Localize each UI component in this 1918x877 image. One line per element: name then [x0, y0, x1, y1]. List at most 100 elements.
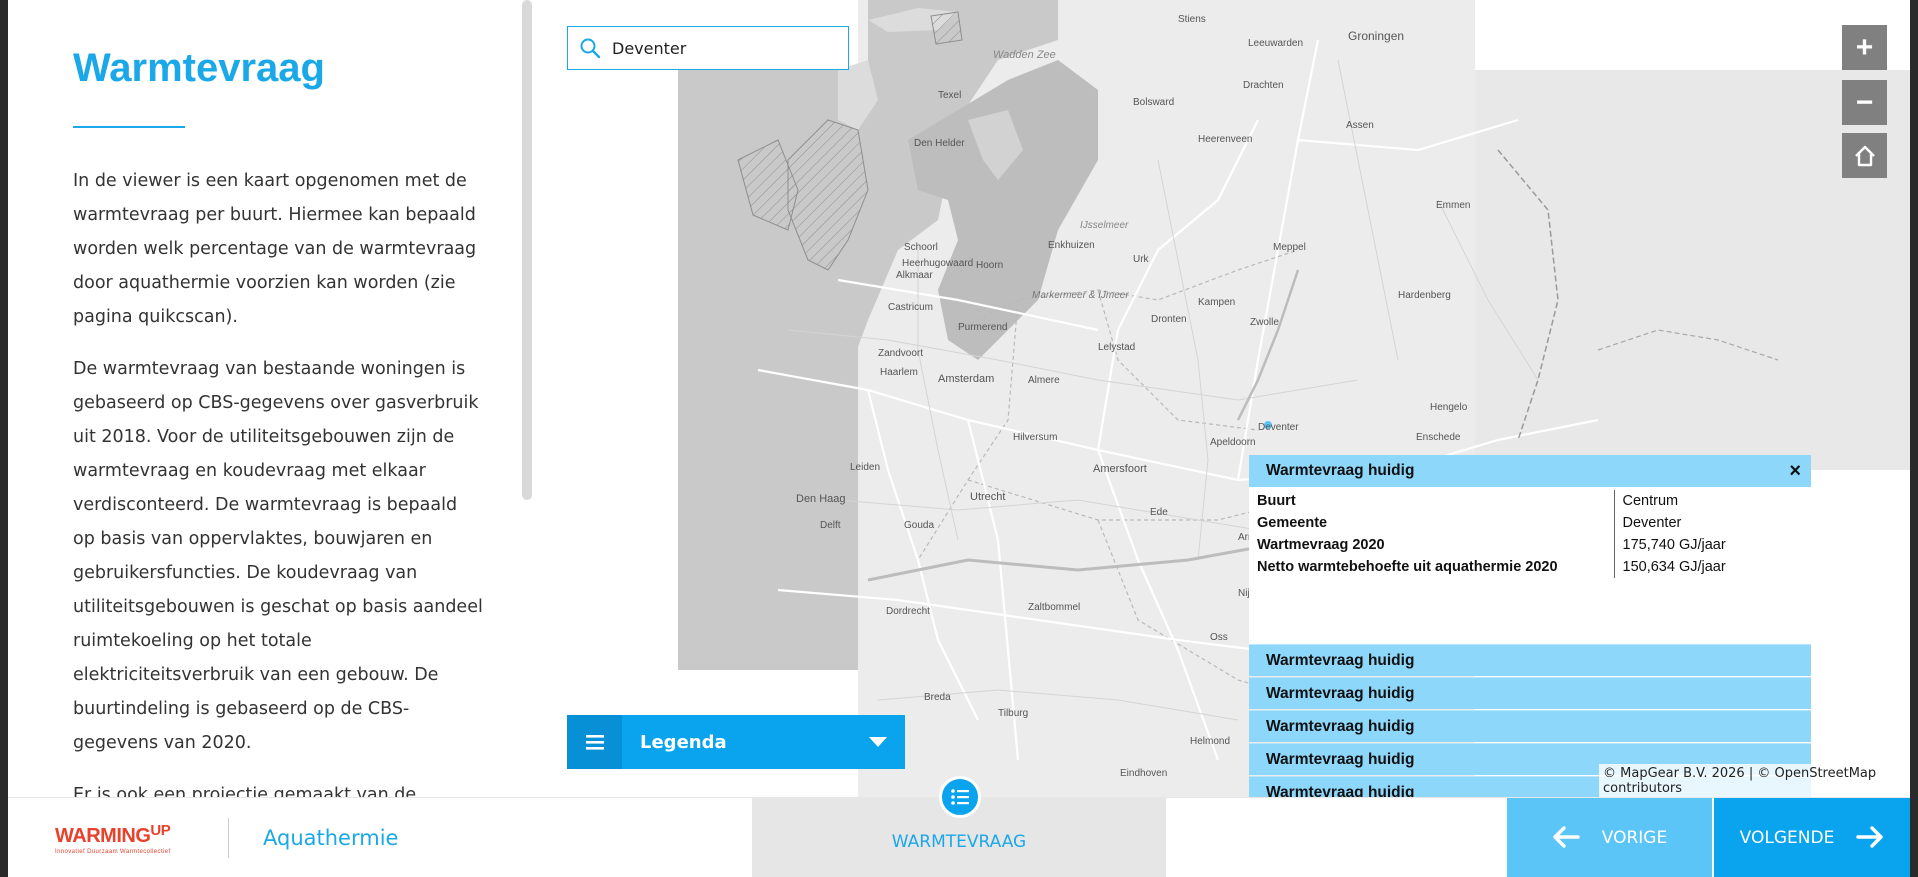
- map-label: Breda: [924, 692, 951, 703]
- map-label: Schoorl: [904, 242, 938, 253]
- legend-toggle[interactable]: Legenda: [567, 715, 905, 769]
- map-label: Utrecht: [970, 491, 1005, 503]
- popup-stack-item[interactable]: Warmtevraag huidig: [1249, 710, 1811, 742]
- map-label: IJsselmeer: [1080, 220, 1129, 231]
- map-label: Stiens: [1178, 14, 1206, 25]
- list-icon: [939, 776, 981, 818]
- arrow-left-icon: [1552, 822, 1580, 854]
- map-label: Dordrecht: [886, 606, 930, 617]
- map-label: Dronten: [1151, 314, 1187, 325]
- page-title: Warmtevraag: [73, 46, 325, 90]
- title-underline: [73, 126, 185, 128]
- attribute-value: 175,740 GJ/jaar: [1622, 537, 1726, 553]
- map-label: Enkhuizen: [1048, 240, 1095, 251]
- map-label: Texel: [938, 90, 961, 101]
- map-label: Assen: [1346, 120, 1374, 131]
- legend-label: Legenda: [640, 731, 727, 753]
- map-label: Heerenveen: [1198, 134, 1252, 145]
- map-label: Oss: [1210, 632, 1228, 643]
- map-label: Helmond: [1190, 736, 1230, 747]
- map-label: Zwolle: [1250, 317, 1279, 328]
- zoom-out-button[interactable]: −: [1842, 80, 1887, 125]
- logo-text: WARMING: [55, 825, 151, 847]
- map-label: Lelystad: [1098, 342, 1135, 353]
- map-label: Alkmaar: [896, 270, 933, 281]
- info-paragraph: De warmtevraag van bestaande woningen is…: [73, 359, 483, 753]
- map-label: Deventer: [1258, 422, 1299, 433]
- map-label: Hengelo: [1430, 402, 1468, 413]
- map-label: Den Helder: [914, 138, 965, 149]
- attribute-value: Centrum: [1622, 493, 1679, 509]
- tab-label: WARMTEVRAAG: [891, 832, 1027, 852]
- map-label: Bolsward: [1133, 97, 1174, 108]
- popup-header: Warmtevraag huidig ×: [1249, 455, 1811, 487]
- previous-button[interactable]: VORIGE: [1507, 798, 1712, 877]
- attribute-key: Netto warmtebehoefte uit aquathermie 202…: [1249, 556, 1615, 578]
- next-button[interactable]: VOLGENDE: [1714, 798, 1910, 877]
- zoom-in-button[interactable]: +: [1842, 25, 1887, 70]
- map-label: Delft: [820, 520, 841, 531]
- arrow-right-icon: [1856, 822, 1884, 854]
- home-icon: [1854, 145, 1875, 166]
- close-icon[interactable]: ×: [1789, 461, 1801, 481]
- map-label: Hilversum: [1013, 432, 1057, 443]
- warmingup-logo: WARMINGUP Innovatief Duurzaam Warmtecoll…: [55, 822, 171, 855]
- footer-divider: [228, 818, 229, 858]
- footer-bar: WARMINGUP Innovatief Duurzaam Warmtecoll…: [8, 776, 1910, 877]
- attribute-key: Buurt: [1249, 490, 1615, 512]
- map-label: Apeldoorn: [1210, 437, 1256, 448]
- home-button[interactable]: [1842, 133, 1887, 178]
- map-label: Leiden: [850, 462, 880, 473]
- attribute-value: 150,634 GJ/jaar: [1622, 559, 1726, 575]
- attribute-key: Gemeente: [1249, 512, 1615, 534]
- popup-title: Warmtevraag huidig: [1266, 462, 1415, 479]
- info-panel: Warmtevraag In de viewer is een kaart op…: [8, 0, 538, 797]
- attribute-value: Deventer: [1622, 515, 1682, 531]
- popup-table: Buurt Centrum Gemeente Deventer Wartmevraa…: [1249, 490, 1811, 578]
- map-label: Groningen: [1348, 29, 1404, 43]
- map-label: Castricum: [888, 302, 933, 313]
- map-label: Almere: [1028, 375, 1060, 386]
- search-field[interactable]: [567, 26, 849, 70]
- map-label: Amersfoort: [1093, 463, 1147, 475]
- map-label: Drachten: [1243, 80, 1284, 91]
- logo-tagline: Innovatief Duurzaam Warmtecollectief: [55, 849, 171, 855]
- tab-warmtevraag[interactable]: WARMTEVRAAG: [752, 776, 1166, 877]
- table-row: Buurt Centrum: [1249, 490, 1811, 512]
- previous-label: VORIGE: [1601, 828, 1668, 848]
- map-label: Zaltbommel: [1028, 602, 1080, 613]
- map-label: Den Haag: [796, 493, 846, 505]
- info-paragraph: Er is ook een projectie gemaakt van de: [73, 785, 417, 797]
- menu-icon: [567, 715, 622, 769]
- feature-info-popup: Warmtevraag huidig × Buurt Centrum Gemeen…: [1249, 455, 1811, 648]
- map-label: Urk: [1133, 254, 1150, 265]
- map-label: Leeuwarden: [1248, 38, 1303, 49]
- search-icon[interactable]: [568, 26, 612, 70]
- info-paragraph: In de viewer is een kaart opgenomen met …: [73, 171, 477, 327]
- map-label: Gouda: [904, 520, 934, 531]
- map-label: Kampen: [1198, 297, 1235, 308]
- map-label: Purmerend: [958, 322, 1007, 333]
- map-label: Eindhoven: [1120, 768, 1167, 779]
- info-text: In de viewer is een kaart opgenomen met …: [73, 164, 483, 797]
- table-row: Netto warmtebehoefte uit aquathermie 202…: [1249, 556, 1811, 578]
- map-label: Meppel: [1273, 242, 1306, 253]
- search-input[interactable]: [612, 38, 832, 58]
- chevron-down-icon: [869, 737, 887, 747]
- app-frame: Warmtevraag In de viewer is een kaart op…: [8, 0, 1910, 877]
- popup-stack-item[interactable]: Warmtevraag huidig: [1249, 677, 1811, 709]
- map-label: Hoorn: [976, 260, 1003, 271]
- popup-stack-item[interactable]: Warmtevraag huidig: [1249, 644, 1811, 676]
- map-label: Hardenberg: [1398, 290, 1451, 301]
- map-label: Markermeer & IJmeer: [1032, 290, 1129, 301]
- info-panel-scrollbar[interactable]: [522, 0, 532, 500]
- map-label: Ede: [1150, 507, 1168, 518]
- map-label: Amsterdam: [938, 373, 994, 385]
- map-label: Emmen: [1436, 200, 1470, 211]
- table-row: Wartmevraag 2020 175,740 GJ/jaar: [1249, 534, 1811, 556]
- map-label: Wadden Zee: [993, 49, 1056, 61]
- app-name[interactable]: Aquathermie: [263, 826, 398, 850]
- map-label: Heerhugowaard: [902, 258, 973, 269]
- next-label: VOLGENDE: [1739, 828, 1835, 848]
- map-label: Tilburg: [998, 708, 1028, 719]
